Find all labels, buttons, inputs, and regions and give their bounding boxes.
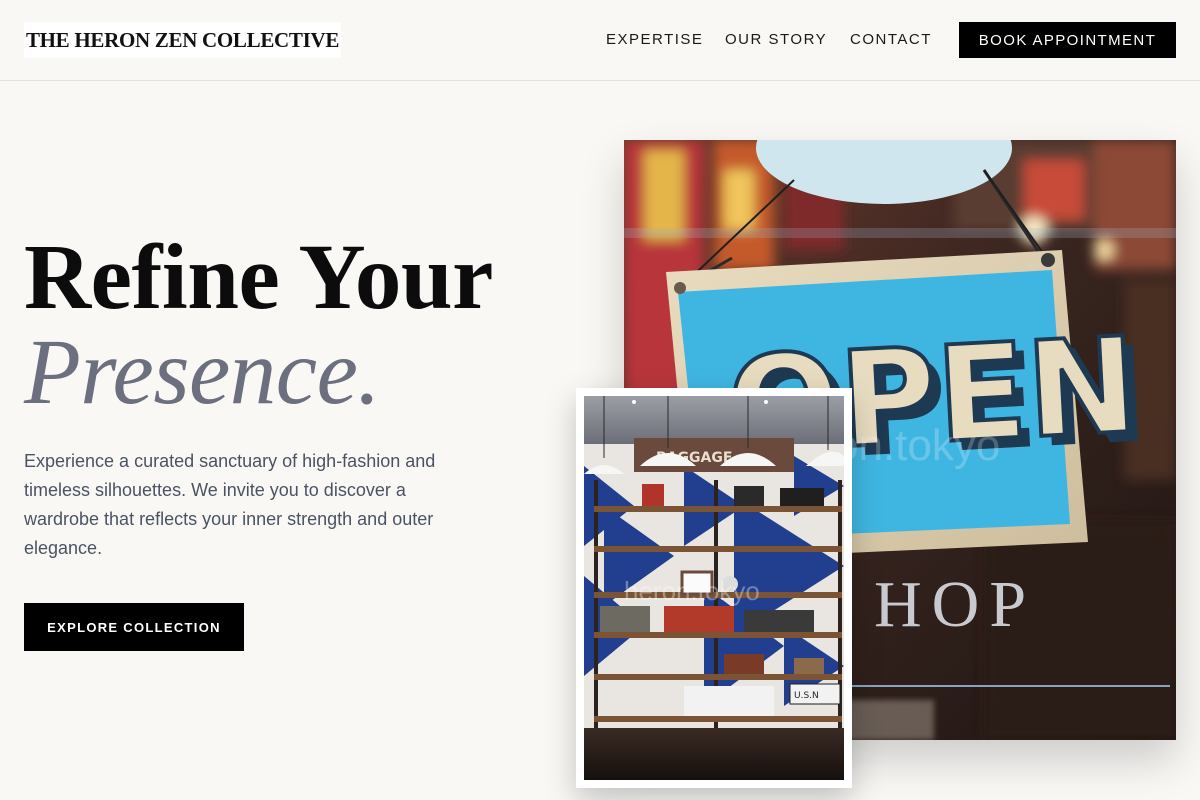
svg-text:on.tokyo: on.tokyo — [834, 421, 1000, 470]
shop-interior-photo: BAGGAGE U.S.N heron.tokyo — [576, 388, 852, 788]
nav-link-contact[interactable]: CONTACT — [850, 30, 932, 50]
hero-title-line2: Presence. — [24, 321, 381, 424]
brand-logo[interactable]: THE HERON ZEN COLLECTIVE — [24, 22, 341, 58]
hero-description: Experience a curated sanctuary of high-f… — [24, 451, 436, 558]
explore-collection-button[interactable]: EXPLORE COLLECTION — [24, 603, 244, 651]
nav-link-expertise[interactable]: EXPERTISE — [606, 30, 703, 50]
nav-link-our-story[interactable]: OUR STORY — [725, 30, 827, 50]
window-lettering: HOP — [874, 568, 1036, 641]
book-appointment-button[interactable]: BOOK APPOINTMENT — [959, 22, 1176, 58]
svg-text:U.S.N: U.S.N — [794, 691, 819, 701]
site-header: THE HERON ZEN COLLECTIVE EXPERTISE OUR S… — [0, 0, 1200, 81]
svg-text:heron.tokyo: heron.tokyo — [624, 576, 760, 606]
hero-title-line1: Refine Your — [24, 226, 493, 329]
